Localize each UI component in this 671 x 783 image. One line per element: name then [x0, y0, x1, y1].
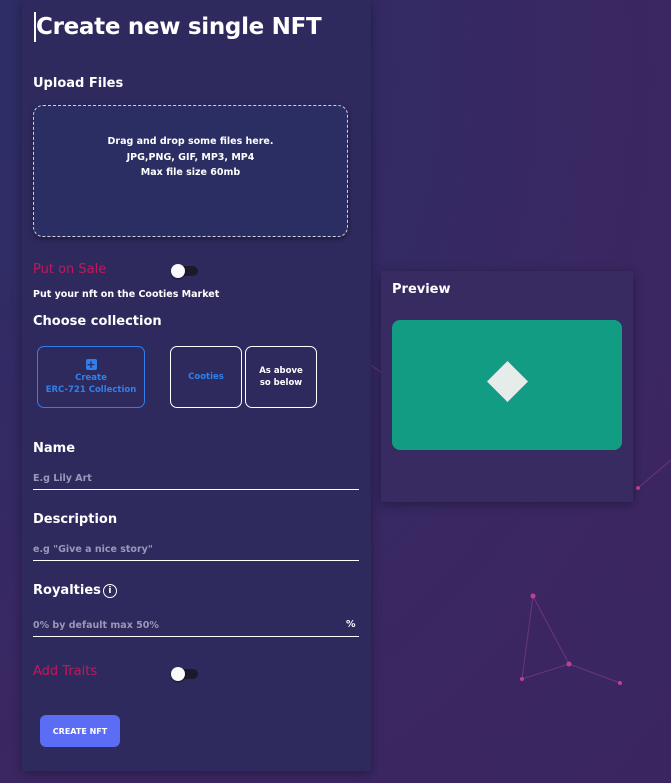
- plus-icon: +: [85, 357, 97, 371]
- toggle-knob: [171, 264, 185, 278]
- upload-instructions: Drag and drop some files here.: [107, 136, 274, 147]
- royalties-label: Royalties: [33, 583, 101, 598]
- royalties-input[interactable]: [33, 614, 333, 636]
- collection-option-label: As above so below: [259, 366, 303, 388]
- toggle-knob: [171, 667, 185, 681]
- choose-collection-label: Choose collection: [33, 314, 162, 329]
- upload-formats: JPG,PNG, GIF, MP3, MP4: [126, 151, 255, 163]
- file-drop-zone[interactable]: Drag and drop some files here. JPG,PNG, …: [33, 105, 348, 237]
- info-icon[interactable]: i: [102, 583, 117, 598]
- preview-image-placeholder: [392, 320, 622, 450]
- royalties-label-row: Royalties i: [33, 583, 117, 598]
- name-input[interactable]: [33, 467, 359, 490]
- put-on-sale-label: Put on Sale: [33, 262, 107, 277]
- description-input[interactable]: [33, 538, 359, 561]
- preview-panel: Preview: [381, 271, 633, 502]
- create-collection-button[interactable]: + Create ERC-721 Collection: [37, 346, 145, 408]
- add-traits-label: Add Traits: [33, 664, 98, 679]
- preview-title: Preview: [392, 282, 451, 297]
- royalties-underline: [33, 636, 359, 637]
- add-traits-toggle[interactable]: [171, 667, 198, 681]
- description-label: Description: [33, 512, 118, 527]
- diamond-icon: [486, 360, 529, 403]
- royalties-unit: %: [346, 619, 356, 630]
- collection-option-label: Cooties: [188, 372, 224, 382]
- put-on-sale-description: Put your nft on the Cooties Market: [33, 289, 220, 300]
- create-collection-type: ERC-721 Collection: [45, 384, 137, 395]
- create-nft-form: Create new single NFT Upload Files Drag …: [22, 0, 371, 771]
- name-label: Name: [33, 441, 76, 456]
- create-nft-button[interactable]: CREATE NFT: [40, 715, 120, 747]
- create-collection-label: Create: [75, 372, 107, 383]
- put-on-sale-toggle[interactable]: [171, 264, 198, 278]
- upload-files-label: Upload Files: [33, 76, 124, 91]
- collection-option-as-above-so-below[interactable]: As above so below: [245, 346, 317, 408]
- collection-option-cooties[interactable]: Cooties: [170, 346, 242, 408]
- upload-size-limit: Max file size 60mb: [140, 167, 241, 178]
- page-title: Create new single NFT: [34, 12, 322, 42]
